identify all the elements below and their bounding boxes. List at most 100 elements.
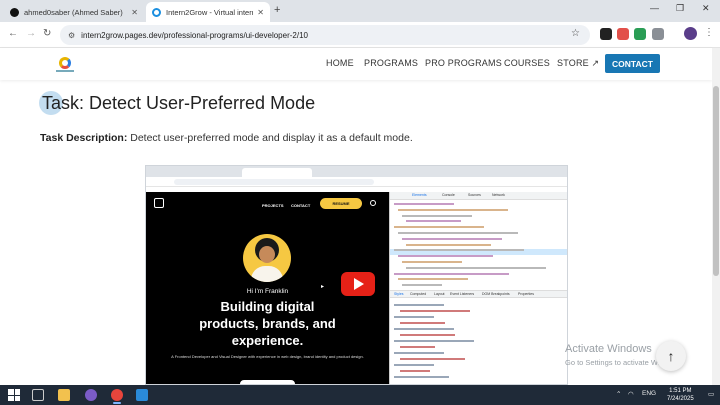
preview-nav-contact: CONTACT (291, 203, 311, 208)
minimize-button[interactable]: — (650, 3, 659, 13)
dom-tree-line (402, 237, 502, 240)
url-text: intern2grow.pages.dev/professional-progr… (81, 30, 308, 40)
nav-courses[interactable]: COURSES (504, 58, 550, 68)
extension-icon[interactable] (634, 28, 646, 40)
tab-github[interactable]: ahmed0saber (Ahmed Saber) ✕ (4, 2, 144, 22)
styles-tab: Styles (394, 292, 404, 296)
dom-tree-line (406, 243, 491, 246)
dom-tree-line (402, 214, 472, 217)
wifi-icon[interactable]: ◠ (628, 390, 634, 398)
styles-tab: DOM Breakpoints (482, 292, 510, 296)
style-rule-line (394, 316, 434, 318)
tab-label: Intern2Grow - Virtual internshi (166, 7, 253, 17)
dom-tree-line (402, 284, 442, 287)
preview-nav-projects: PROJECTS (262, 203, 284, 208)
site-info-icon[interactable]: ⚙ (68, 31, 75, 40)
style-rule-line (394, 340, 474, 342)
scrollbar-thumb[interactable] (713, 86, 719, 276)
vscode-icon[interactable] (136, 389, 148, 401)
back-icon[interactable]: ← (8, 28, 18, 39)
dom-tree-line (394, 226, 484, 229)
contact-button[interactable]: CONTACT (605, 54, 660, 73)
intern2grow-icon (152, 7, 161, 17)
language-indicator[interactable]: ENG (642, 390, 656, 397)
menu-kebab-icon[interactable]: ⋮ (704, 27, 714, 38)
style-rule-line (394, 304, 444, 306)
dom-tree-line (402, 261, 462, 263)
extension-icon[interactable] (600, 28, 612, 40)
windows-start-icon[interactable] (8, 389, 20, 401)
file-explorer-icon[interactable] (58, 389, 70, 401)
close-window-button[interactable]: ✕ (702, 3, 710, 14)
nav-home[interactable]: HOME (326, 58, 354, 68)
style-rule-line (400, 334, 455, 336)
task-description-label: Task Description: (40, 132, 128, 144)
page-title: Task: Detect User-Preferred Mode (42, 93, 316, 113)
style-rule-line (400, 310, 470, 312)
page-scrollbar[interactable] (712, 48, 720, 385)
devtools-tab: Sources (468, 193, 481, 197)
headline-line: Building digital (220, 299, 315, 314)
sun-icon (370, 200, 376, 206)
dom-tree-line (394, 203, 454, 205)
task-preview-image: PROJECTS CONTACT RESUME ▸ Hi I'm Frankli… (145, 165, 568, 385)
maximize-button[interactable]: ❐ (676, 3, 684, 14)
active-app-indicator (113, 402, 121, 404)
avatar-face (259, 246, 275, 263)
style-rule-line (394, 364, 434, 366)
github-icon (10, 7, 19, 17)
notification-icon[interactable]: ▭ (708, 390, 714, 398)
chrome-icon[interactable] (111, 389, 123, 401)
style-rule-line (400, 322, 445, 324)
nav-store-label: STORE (557, 58, 589, 68)
preview-avatar (243, 234, 291, 282)
logo-wordmark (56, 70, 74, 72)
nav-store[interactable]: STORE ↗ (557, 58, 599, 69)
preview-tab-active (242, 168, 312, 177)
preview-devtools-panel: Elements Console Sources Network Styles … (389, 192, 567, 384)
preview-tab (150, 168, 240, 177)
intern2grow-logo[interactable] (56, 56, 74, 74)
preview-logo-icon (154, 198, 164, 208)
preview-tab-strip (146, 166, 567, 177)
reload-icon[interactable]: ↻ (43, 28, 51, 39)
style-rule-line (400, 370, 430, 372)
browser-toolbar: ← → ↻ ⚙ intern2grow.pages.dev/profession… (0, 22, 720, 48)
dom-tree-line (406, 266, 546, 269)
preview-url (174, 179, 374, 185)
styles-tab: Computed (410, 292, 427, 296)
bookmark-star-icon[interactable]: ☆ (571, 28, 580, 39)
avatar-body (251, 266, 283, 282)
address-bar[interactable]: ⚙ intern2grow.pages.dev/professional-pro… (60, 25, 590, 45)
close-icon[interactable]: ✕ (257, 8, 264, 17)
task-description-text: Detect user-preferred mode and display i… (130, 132, 413, 144)
dom-tree-line (398, 232, 518, 234)
preview-headline: Building digital products, brands, and e… (146, 298, 389, 349)
forward-icon[interactable]: → (26, 28, 36, 39)
nav-pro-programs[interactable]: PRO PROGRAMS (425, 58, 502, 68)
taskbar-clock[interactable]: 1:51 PM 7/24/2025 (667, 387, 694, 403)
profile-avatar[interactable] (684, 27, 697, 40)
arrow-up-icon: ↑ (667, 348, 675, 364)
github-desktop-icon[interactable] (85, 389, 97, 401)
tab-label: ahmed0saber (Ahmed Saber) (24, 7, 123, 17)
nav-programs[interactable]: PROGRAMS (364, 58, 418, 68)
dom-tree-line (394, 272, 509, 275)
close-icon[interactable]: ✕ (131, 8, 138, 17)
preview-resume-button: RESUME (320, 198, 362, 209)
tab-intern2grow[interactable]: Intern2Grow - Virtual internshi ✕ (146, 2, 270, 22)
styles-tab: Layout (434, 292, 445, 296)
dom-tree-line (398, 255, 493, 258)
styles-tabs: Styles Computed Layout Event Listeners D… (390, 290, 567, 298)
headline-line: products, brands, and (199, 316, 336, 331)
extension-icon[interactable] (617, 28, 629, 40)
dom-tree-line (398, 208, 508, 211)
extensions-puzzle-icon[interactable] (652, 28, 664, 40)
new-tab-button[interactable]: + (274, 4, 280, 16)
task-view-icon[interactable] (32, 389, 44, 401)
tray-chevron-icon[interactable]: ⌃ (616, 390, 621, 398)
scroll-to-top-button[interactable]: ↑ (656, 341, 686, 371)
preview-address-bar (146, 177, 567, 187)
styles-tab: Properties (518, 292, 534, 296)
headline-line: experience. (231, 333, 304, 348)
